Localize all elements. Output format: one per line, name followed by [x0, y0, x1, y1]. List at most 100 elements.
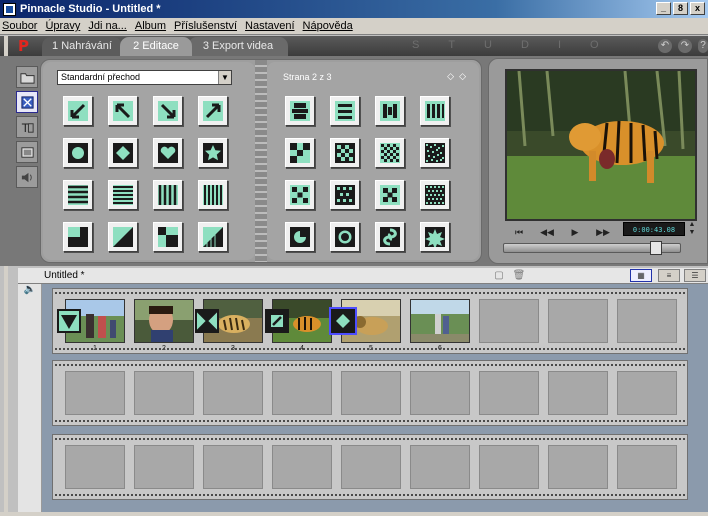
rewind-button[interactable]: ◀◀ — [533, 227, 561, 238]
left-transition-15[interactable] — [153, 222, 183, 252]
left-transition-16[interactable] — [198, 222, 228, 252]
help-button[interactable]: ? — [698, 39, 708, 53]
storyboard-transition[interactable] — [265, 309, 289, 333]
left-transition-12[interactable] — [198, 180, 228, 210]
right-transition-3[interactable] — [375, 96, 405, 126]
left-transition-11[interactable] — [153, 180, 183, 210]
left-transition-6[interactable] — [108, 138, 138, 168]
menu-soubor[interactable]: Soubor — [2, 20, 37, 32]
menu-jdi-na[interactable]: Jdi na... — [88, 20, 127, 32]
chevron-down-icon[interactable]: ▼ — [218, 71, 231, 84]
page-nav-arrows[interactable]: ◇◇ — [447, 71, 471, 82]
sound-tab[interactable] — [16, 166, 38, 188]
undo-button[interactable]: ↶ — [658, 39, 672, 53]
speaker-icon[interactable]: 🔈 — [22, 284, 38, 296]
tab-edit[interactable]: 2 Editace — [120, 37, 192, 56]
empty-slot[interactable] — [410, 445, 470, 489]
transition-set-select[interactable]: Standardní přechod ▼ — [57, 70, 232, 85]
empty-slot[interactable] — [479, 371, 539, 415]
empty-slot[interactable] — [272, 445, 332, 489]
titles-tab[interactable]: T — [16, 116, 38, 138]
maximize-button[interactable]: 8 — [673, 2, 688, 15]
right-transition-5[interactable] — [285, 138, 315, 168]
empty-slot[interactable] — [617, 445, 677, 489]
empty-slot[interactable] — [479, 299, 539, 343]
left-transition-9[interactable] — [63, 180, 93, 210]
right-transition-10[interactable] — [330, 180, 360, 210]
selected-transition[interactable] — [329, 307, 357, 335]
photos-tab[interactable] — [16, 141, 38, 163]
play-button[interactable]: ▶ — [561, 227, 589, 238]
left-transition-7[interactable] — [153, 138, 183, 168]
right-transition-2[interactable] — [330, 96, 360, 126]
right-transition-9[interactable] — [285, 180, 315, 210]
left-transition-4[interactable] — [198, 96, 228, 126]
empty-slot[interactable] — [134, 371, 194, 415]
transition-thumbnail-icon — [425, 101, 445, 121]
empty-slot[interactable] — [548, 445, 608, 489]
empty-slot[interactable] — [65, 445, 125, 489]
empty-slot[interactable] — [548, 371, 608, 415]
album-spine — [255, 60, 267, 262]
right-transition-1[interactable] — [285, 96, 315, 126]
right-transition-8[interactable] — [420, 138, 450, 168]
empty-slot[interactable] — [410, 371, 470, 415]
empty-slot[interactable] — [341, 445, 401, 489]
empty-slot[interactable] — [65, 371, 125, 415]
timeline-view-button[interactable]: ≡ — [658, 269, 680, 282]
storyboard-transition[interactable] — [195, 309, 219, 333]
trash-icon[interactable]: 🗑 — [512, 270, 526, 282]
tab-export[interactable]: 3 Export videa — [188, 37, 288, 56]
left-transition-8[interactable] — [198, 138, 228, 168]
left-transition-14[interactable] — [108, 222, 138, 252]
empty-slot[interactable] — [203, 445, 263, 489]
left-transition-13[interactable] — [63, 222, 93, 252]
close-button[interactable]: x — [690, 2, 705, 15]
go-to-start-button[interactable]: ⏮ — [505, 227, 533, 238]
empty-slot[interactable] — [617, 371, 677, 415]
storyboard-view-button[interactable]: ▦ — [630, 269, 652, 282]
transitions-tab[interactable] — [16, 91, 38, 113]
scrubber-handle[interactable] — [650, 241, 663, 255]
text-view-button[interactable]: ☰ — [684, 269, 706, 282]
video-clip-thumbnail[interactable] — [410, 299, 470, 343]
empty-slot[interactable] — [548, 299, 608, 343]
left-transition-3[interactable] — [153, 96, 183, 126]
right-transition-12[interactable] — [420, 180, 450, 210]
right-transition-14[interactable] — [330, 222, 360, 252]
empty-slot[interactable] — [272, 371, 332, 415]
video-clip-thumbnail[interactable] — [134, 299, 194, 343]
empty-slot[interactable] — [341, 371, 401, 415]
right-transition-15[interactable] — [375, 222, 405, 252]
minimize-button[interactable]: _ — [656, 2, 671, 15]
empty-slot[interactable] — [203, 371, 263, 415]
menu-upravy[interactable]: Úpravy — [45, 20, 80, 32]
right-transition-6[interactable] — [330, 138, 360, 168]
empty-slot[interactable] — [134, 445, 194, 489]
menu-nastaveni[interactable]: Nastavení — [245, 20, 295, 32]
tab-capture[interactable]: 1 Nahrávání — [42, 37, 122, 56]
scrubber-track[interactable] — [503, 241, 681, 255]
fast-forward-button[interactable]: ▶▶ — [589, 227, 617, 238]
right-transition-16[interactable] — [420, 222, 450, 252]
empty-slot[interactable] — [617, 299, 677, 343]
left-transition-10[interactable] — [108, 180, 138, 210]
transition-thumbnail-icon — [380, 185, 400, 205]
redo-button[interactable]: ↷ — [678, 39, 692, 53]
transition-thumbnail-icon — [158, 227, 178, 247]
right-transition-7[interactable] — [375, 138, 405, 168]
right-transition-4[interactable] — [420, 96, 450, 126]
menu-album[interactable]: Album — [135, 20, 166, 32]
left-transition-5[interactable] — [63, 138, 93, 168]
menu-prislusenstvi[interactable]: Příslušenství — [174, 20, 237, 32]
empty-slot[interactable] — [479, 445, 539, 489]
video-clips-tab[interactable] — [16, 66, 38, 88]
camera-icon[interactable]: ▢ — [492, 270, 506, 282]
right-transition-11[interactable] — [375, 180, 405, 210]
right-transition-13[interactable] — [285, 222, 315, 252]
left-transition-2[interactable] — [108, 96, 138, 126]
timecode-stepper[interactable]: ▲ ▼ — [687, 221, 697, 239]
storyboard-transition[interactable] — [57, 309, 81, 333]
left-transition-1[interactable] — [63, 96, 93, 126]
menu-napoveda[interactable]: Nápověda — [303, 20, 353, 32]
